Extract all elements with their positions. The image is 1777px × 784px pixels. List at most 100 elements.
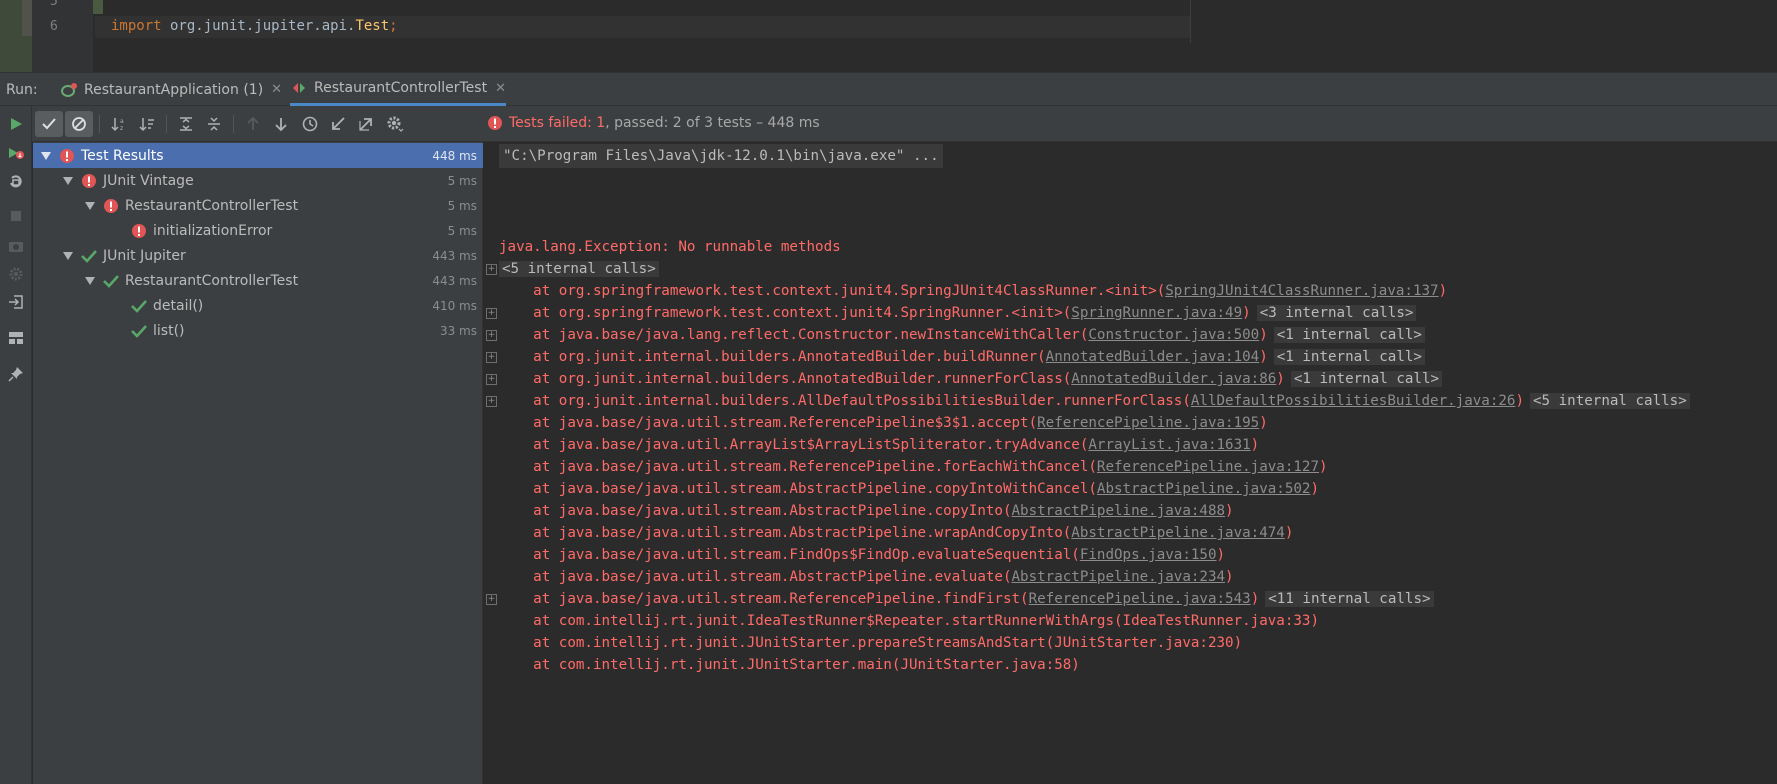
internal-calls-fold[interactable]: <3 internal calls> <box>1256 305 1417 321</box>
tree-row-vintage-class[interactable]: RestaurantControllerTest 5 ms <box>33 193 483 218</box>
expand-all-icon[interactable] <box>172 111 200 137</box>
fold-expand-icon[interactable]: + <box>486 594 497 605</box>
tree-row-list[interactable]: list() 33 ms <box>33 318 483 343</box>
fold-expand-icon[interactable]: + <box>486 330 497 341</box>
source-link[interactable]: SpringRunner.java:49 <box>1071 305 1242 321</box>
tree-row-junit-jupiter[interactable]: JUnit Jupiter 443 ms <box>33 243 483 268</box>
internal-calls-fold[interactable]: <5 internal calls> <box>499 261 659 277</box>
toggle-auto-test-icon[interactable] <box>4 170 28 194</box>
source-link[interactable]: AbstractPipeline.java:502 <box>1097 481 1311 497</box>
tab-restaurant-controller-test[interactable]: RestaurantControllerTest ✕ <box>290 73 506 106</box>
tree-label: RestaurantControllerTest <box>125 197 299 214</box>
line-number: 5 <box>50 0 58 9</box>
error-icon <box>488 116 502 130</box>
editor-scroll-marker <box>22 0 32 36</box>
internal-calls-fold[interactable]: <5 internal calls> <box>1530 393 1690 409</box>
tree-label: JUnit Vintage <box>103 172 194 189</box>
camera-icon[interactable] <box>4 234 28 258</box>
gear-icon[interactable] <box>381 111 409 137</box>
tree-row-initialization-error[interactable]: initializationError 5 ms <box>33 218 483 243</box>
close-icon[interactable]: ✕ <box>495 81 506 96</box>
chevron-down-icon[interactable] <box>63 176 73 186</box>
internal-calls-fold[interactable]: <1 internal call> <box>1290 371 1443 387</box>
source-link[interactable]: AllDefaultPossibilitiesBuilder.java:26 <box>1191 393 1516 409</box>
chevron-down-icon[interactable] <box>85 276 95 286</box>
error-icon <box>82 173 96 188</box>
internal-calls-fold[interactable]: <11 internal calls> <box>1265 591 1434 607</box>
import-tests-icon[interactable] <box>324 111 352 137</box>
stack-frame-text: at org.springframework.test.context.juni… <box>499 305 1072 321</box>
stack-trace-line: at org.springframework.test.context.juni… <box>499 279 1447 303</box>
layout-icon[interactable] <box>4 326 28 350</box>
pin-icon[interactable] <box>4 362 28 386</box>
source-link[interactable]: Constructor.java:500 <box>1088 327 1259 343</box>
stack-frame-close: ) <box>1515 393 1525 409</box>
right-margin-guide <box>1190 0 1191 43</box>
stack-frame-text: at java.base/java.util.stream.ReferenceP… <box>499 459 1097 475</box>
tree-duration: 5 ms <box>447 223 477 238</box>
code-line[interactable]: import org.junit.jupiter.api.Test; <box>111 18 398 34</box>
tree-label: RestaurantControllerTest <box>125 272 299 289</box>
collapse-all-icon[interactable] <box>200 111 228 137</box>
stack-frame-text: at org.springframework.test.context.juni… <box>499 283 1166 299</box>
fold-expand-icon[interactable]: + <box>486 352 497 363</box>
tree-row-junit-vintage[interactable]: JUnit Vintage 5 ms <box>33 168 483 193</box>
settings-icon[interactable] <box>4 262 28 286</box>
tree-label: list() <box>153 322 185 339</box>
tree-row-detail[interactable]: detail() 410 ms <box>33 293 483 318</box>
check-icon <box>103 274 119 288</box>
source-link[interactable]: FindOps.java:150 <box>1080 547 1217 563</box>
source-link[interactable]: ReferencePipeline.java:543 <box>1029 591 1251 607</box>
sort-alphabetically-icon[interactable]: az <box>105 111 133 137</box>
stack-trace-line: at java.base/java.util.stream.FindOps$Fi… <box>499 543 1225 567</box>
stack-frame-close: ) <box>1225 503 1234 519</box>
rerun-failed-icon[interactable] <box>4 142 28 166</box>
chevron-down-icon[interactable] <box>41 151 51 161</box>
export-tests-icon[interactable] <box>352 111 380 137</box>
error-icon <box>60 148 74 163</box>
console-exception: java.lang.Exception: No runnable methods <box>499 239 841 255</box>
tab-restaurant-application[interactable]: RestaurantApplication (1) ✕ <box>60 73 282 106</box>
source-link[interactable]: ReferencePipeline.java:127 <box>1097 459 1319 475</box>
source-link[interactable]: ReferencePipeline.java:195 <box>1037 415 1259 431</box>
internal-calls-fold[interactable]: <1 internal call> <box>1273 327 1425 343</box>
internal-calls-fold[interactable]: <1 internal call> <box>1273 349 1425 365</box>
stop-icon[interactable] <box>4 204 28 228</box>
editor-gutter <box>0 0 93 72</box>
source-link[interactable]: ArrayList.java:1631 <box>1088 437 1250 453</box>
rerun-icon[interactable] <box>4 112 28 136</box>
test-history-icon[interactable] <box>296 111 324 137</box>
source-link[interactable]: AnnotatedBuilder.java:86 <box>1071 371 1276 387</box>
fold-expand-icon[interactable]: + <box>486 264 497 275</box>
stack-frame-text: at com.intellij.rt.junit.JUnitStarter.pr… <box>499 635 1243 651</box>
source-link[interactable]: AbstractPipeline.java:474 <box>1071 525 1285 541</box>
stack-frame-text: at java.base/java.lang.reflect.Construct… <box>499 327 1089 343</box>
tree-row-test-results[interactable]: Test Results 448 ms <box>33 143 483 168</box>
sort-by-duration-icon[interactable] <box>133 111 161 137</box>
tree-row-jupiter-class[interactable]: RestaurantControllerTest 443 ms <box>33 268 483 293</box>
tree-duration: 443 ms <box>432 248 477 263</box>
console-output[interactable]: "C:\Program Files\Java\jdk-12.0.1\bin\ja… <box>484 142 1777 784</box>
tree-duration: 33 ms <box>439 323 477 338</box>
toolbar-separator <box>166 115 167 133</box>
previous-failed-icon[interactable] <box>239 111 267 137</box>
tree-duration: 5 ms <box>447 198 477 213</box>
stack-frame-text: at java.base/java.util.stream.AbstractPi… <box>499 481 1097 497</box>
fold-expand-icon[interactable]: + <box>486 396 497 407</box>
source-link[interactable]: SpringJUnit4ClassRunner.java:137 <box>1165 283 1438 299</box>
fold-expand-icon[interactable]: + <box>486 374 497 385</box>
stack-trace-line: at java.base/java.util.stream.AbstractPi… <box>499 477 1319 501</box>
show-ignored-icon[interactable] <box>65 111 93 137</box>
import-icon[interactable] <box>4 290 28 314</box>
stack-frame-close: ) <box>1310 481 1320 497</box>
chevron-down-icon[interactable] <box>85 201 95 211</box>
chevron-down-icon[interactable] <box>63 251 73 261</box>
stack-frame-close: ) <box>1250 591 1260 607</box>
show-passed-icon[interactable] <box>35 111 63 137</box>
source-link[interactable]: AnnotatedBuilder.java:104 <box>1046 349 1260 365</box>
fold-expand-icon[interactable]: + <box>486 308 497 319</box>
close-icon[interactable]: ✕ <box>271 82 282 97</box>
source-link[interactable]: AbstractPipeline.java:488 <box>1012 503 1226 519</box>
next-failed-icon[interactable] <box>267 111 295 137</box>
source-link[interactable]: AbstractPipeline.java:234 <box>1012 569 1226 585</box>
